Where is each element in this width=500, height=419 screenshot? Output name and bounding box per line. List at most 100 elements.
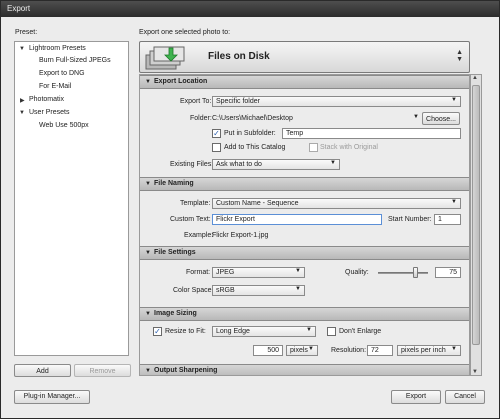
settings-scrollbar[interactable]: ▲ ▼	[470, 74, 482, 376]
export-to-value: Specific folder	[216, 98, 260, 105]
color-space-label: Color Space:	[173, 287, 214, 294]
folder-path: C:\Users\Michael\Desktop	[212, 115, 293, 122]
export-button[interactable]: Export	[391, 390, 441, 404]
export-header: Export one selected photo to:	[139, 29, 231, 36]
resolution-input[interactable]: 72	[367, 345, 393, 356]
folder-dropdown-icon[interactable]: ▼	[413, 114, 419, 120]
example-value: Flickr Export-1.jpg	[212, 232, 269, 239]
export-to-select[interactable]: Specific folder ▼	[212, 96, 461, 107]
dropdown-arrow-icon: ▼	[451, 346, 457, 352]
title-bar: Export	[1, 1, 499, 17]
preset-item[interactable]: Burn Full-Sized JPEGs	[39, 57, 111, 64]
template-label: Template:	[180, 200, 211, 207]
expand-triangle-icon[interactable]: ▼	[145, 79, 151, 85]
cancel-button[interactable]: Cancel	[445, 390, 485, 404]
dont-enlarge-label: Don't Enlarge	[339, 328, 382, 335]
resolution-label: Resolution:	[331, 347, 367, 354]
preset-item[interactable]: For E-Mail	[39, 83, 71, 90]
expand-triangle-icon[interactable]: ▼	[145, 181, 151, 187]
quality-slider-track[interactable]	[378, 272, 428, 274]
preset-label: Preset:	[15, 29, 38, 36]
expand-triangle-icon[interactable]: ▼	[19, 110, 25, 116]
start-number-input[interactable]: 1	[434, 214, 461, 225]
settings-pane[interactable]: ▼ Export Location Export To: Specific fo…	[139, 74, 470, 376]
preset-item[interactable]: Web Use 500px	[39, 122, 89, 129]
size-input[interactable]: 500	[253, 345, 283, 356]
color-space-value: sRGB	[216, 287, 235, 294]
stack-label: Stack with Original	[320, 144, 378, 151]
section-header-image-sizing[interactable]: ▼ Image Sizing	[140, 307, 469, 321]
destination-selector[interactable]: Files on Disk ▲ ▼	[139, 41, 470, 73]
section-header-output-sharpening[interactable]: ▼ Output Sharpening	[140, 364, 469, 375]
resolution-unit-value: pixels per inch	[401, 347, 446, 354]
example-label: Example:	[184, 232, 214, 239]
resize-mode-select[interactable]: Long Edge ▼	[212, 326, 316, 337]
dont-enlarge-checkbox[interactable]	[327, 327, 336, 336]
existing-files-label: Existing Files:	[170, 161, 214, 168]
existing-files-value: Ask what to do	[216, 161, 262, 168]
choose-folder-button[interactable]: Choose...	[422, 112, 460, 125]
stack-checkbox[interactable]	[309, 143, 318, 152]
scroll-up-icon[interactable]: ▲	[472, 75, 478, 81]
custom-text-label: Custom Text:	[170, 216, 211, 223]
format-label: Format:	[186, 269, 211, 276]
section-header-file-naming[interactable]: ▼ File Naming	[140, 177, 469, 191]
expand-triangle-icon[interactable]: ▼	[145, 311, 151, 317]
folder-disk-icon	[145, 46, 185, 70]
folder-label: Folder:	[190, 115, 212, 122]
resize-to-fit-checkbox[interactable]: ✓	[153, 327, 162, 336]
quality-input[interactable]: 75	[435, 267, 461, 278]
dropdown-arrow-icon: ▼	[306, 327, 312, 333]
template-value: Custom Name - Sequence	[216, 200, 299, 207]
destination-title: Files on Disk	[208, 51, 270, 62]
section-title: File Settings	[154, 249, 196, 256]
section-title: Output Sharpening	[154, 367, 218, 374]
dropdown-arrow-icon: ▼	[295, 286, 301, 292]
dropdown-arrow-icon: ▼	[451, 199, 457, 205]
resolution-unit-select[interactable]: pixels per inch ▼	[397, 345, 461, 356]
subfolder-checkbox[interactable]: ✓	[212, 129, 221, 138]
plugin-manager-button[interactable]: Plug-in Manager...	[14, 390, 90, 404]
dropdown-arrow-icon: ▼	[295, 268, 301, 274]
expand-triangle-icon[interactable]: ▼	[145, 368, 151, 374]
add-catalog-checkbox[interactable]	[212, 143, 221, 152]
format-select[interactable]: JPEG ▼	[212, 267, 305, 278]
subfolder-label: Put in Subfolder:	[224, 130, 276, 137]
custom-text-input[interactable]: Flickr Export	[212, 214, 382, 225]
export-dialog: Export Preset: Export one selected photo…	[0, 0, 500, 419]
quality-slider-handle[interactable]	[412, 267, 418, 278]
window-title: Export	[7, 4, 31, 13]
template-select[interactable]: Custom Name - Sequence ▼	[212, 198, 461, 209]
expand-triangle-icon[interactable]: ▼	[19, 46, 25, 52]
size-unit-value: pixels	[290, 347, 308, 354]
color-space-select[interactable]: sRGB ▼	[212, 285, 305, 296]
resize-to-fit-label: Resize to Fit:	[165, 328, 206, 335]
section-header-file-settings[interactable]: ▼ File Settings	[140, 246, 469, 260]
dropdown-arrow-icon: ▼	[330, 160, 336, 166]
scrollbar-thumb[interactable]	[472, 85, 480, 345]
existing-files-select[interactable]: Ask what to do ▼	[212, 159, 340, 170]
format-value: JPEG	[216, 269, 235, 276]
resize-mode-value: Long Edge	[216, 328, 250, 335]
preset-group-lightroom[interactable]: Lightroom Presets	[29, 45, 86, 52]
expand-triangle-icon[interactable]: ▼	[145, 250, 151, 256]
scroll-down-icon[interactable]: ▼	[472, 369, 478, 375]
add-preset-button[interactable]: Add	[14, 364, 71, 377]
quality-label: Quality:	[345, 269, 369, 276]
remove-preset-button[interactable]: Remove	[74, 364, 131, 377]
preset-group-photomatix[interactable]: Photomatix	[29, 96, 64, 103]
preset-item[interactable]: Export to DNG	[39, 70, 85, 77]
section-header-export-location[interactable]: ▼ Export Location	[140, 75, 469, 89]
updown-arrows-icon: ▲ ▼	[456, 49, 463, 63]
preset-group-user[interactable]: User Presets	[29, 109, 69, 116]
collapse-triangle-icon[interactable]: ▶	[20, 97, 25, 104]
section-title: File Naming	[154, 180, 194, 187]
dropdown-arrow-icon: ▼	[308, 346, 314, 352]
export-to-label: Export To:	[180, 98, 212, 105]
size-unit-select[interactable]: pixels ▼	[286, 345, 318, 356]
preset-list[interactable]: ▼ Lightroom Presets Burn Full-Sized JPEG…	[14, 41, 129, 356]
section-title: Export Location	[154, 78, 208, 85]
start-number-label: Start Number:	[388, 216, 432, 223]
dropdown-arrow-icon: ▼	[451, 97, 457, 103]
subfolder-input[interactable]: Temp	[282, 128, 461, 139]
